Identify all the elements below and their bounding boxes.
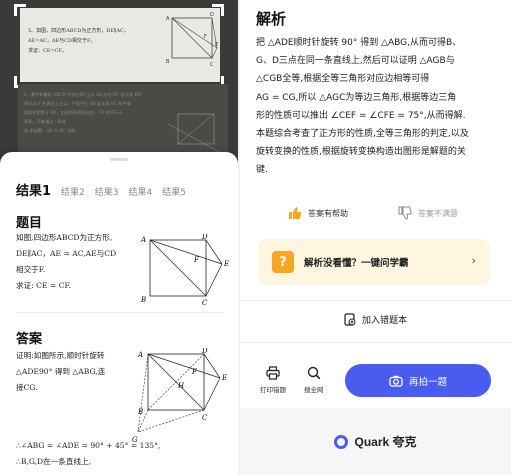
quark-logo-icon <box>334 434 349 449</box>
crop-corner[interactable] <box>14 4 26 16</box>
answer-calc-line: ∴B,G,D在一条直线上, <box>16 457 92 466</box>
analysis-line: AG = CG,所以 △AGC为等边三角形,根据等边三角 <box>256 92 457 103</box>
figure-label: E <box>223 260 229 268</box>
print-label: 打印错题 <box>260 386 286 394</box>
print-button[interactable]: 打印错题 <box>260 366 286 394</box>
problem-text: 如图,四边形ABCD为正方形, DE∥AC，AE = AC,AE与CD 相交于F… <box>16 230 140 294</box>
drag-handle[interactable] <box>110 158 128 161</box>
analysis-line: △CGB全等,根据全等三角形对应边相等可得 <box>256 74 430 85</box>
helpful-button[interactable]: 答案有帮助 <box>288 206 348 220</box>
photo-label: A <box>166 16 170 22</box>
analysis-line: 把 △ADE顺时针旋转 90° 得到 △ABG,从而可得B、 <box>256 38 462 48</box>
problem-line: 如图,四边形ABCD为正方形, <box>16 233 113 242</box>
answer-heading: 答案 <box>16 332 43 347</box>
photo-label: E <box>215 42 218 48</box>
notebook-add-icon <box>344 313 356 326</box>
figure-label: F <box>193 256 200 264</box>
figure-label: A <box>137 351 143 359</box>
right-panel: 解析 把 △ADE顺时针旋转 90° 得到 △ABG,从而可得B、 G、D三点在… <box>240 0 511 475</box>
answer-calc-line: ∴∠ABG = ∠ADE = 90° + 45° = 135°, <box>16 441 161 450</box>
add-wrong-book-button[interactable]: 加入错题本 <box>240 313 511 326</box>
printer-icon <box>266 366 280 380</box>
figure-label: B <box>140 296 146 304</box>
photo-label: B <box>166 59 170 65</box>
photo-label: F <box>204 34 207 40</box>
thumbs-down-icon <box>398 206 412 220</box>
search-web-button[interactable]: 搜全网 <box>304 366 324 394</box>
analysis-line: G、D三点在同一条直线上,然后可以证明 △AGB与 <box>256 56 455 67</box>
figure-label: A <box>140 236 146 244</box>
analysis-line: 本题综合考查了正方形的性质,全等三角形的判定,以及 <box>256 129 469 140</box>
problem-line: 求证: CE = CF. <box>16 281 72 290</box>
divider <box>240 342 511 343</box>
analysis-title: 解析 <box>256 10 287 28</box>
photo-figure: A B C D E F <box>166 12 218 68</box>
answer-line: △ADE90° 得到 △ABG,连 <box>16 367 106 376</box>
figure-label: B <box>137 408 143 416</box>
captured-photo: 5、如图，四边形ABCD为正方形，DE∥AC， AE=AC，AE与CD相交于F。… <box>0 0 238 170</box>
thumbs-up-icon <box>289 207 302 219</box>
answer-text: 证明:如图所示,顺时针旋转 △ADE90° 得到 △ABG,连 接CG. <box>16 348 136 396</box>
figure-label: H <box>177 382 185 390</box>
answer-line: 接CG. <box>16 383 38 392</box>
divider <box>240 300 511 301</box>
tab-result-2[interactable]: 结果2 <box>61 185 85 198</box>
section-divider <box>16 312 224 313</box>
figure-label: D <box>201 234 208 241</box>
analysis-line: 形的性质可以推出 ∠CEF = ∠CFE = 75°,从而得解. <box>256 110 466 121</box>
problem-figure: A B C D E F <box>140 234 229 306</box>
unhelpful-label: 答案不满意 <box>418 208 458 218</box>
brand-name: Quark 夸克 <box>354 435 417 449</box>
ask-expert-banner[interactable]: ? 解析没看懂？一键问学霸 › <box>258 239 490 285</box>
answer-figure: A B C D E F G H <box>132 348 227 444</box>
figure-label: E <box>221 374 227 382</box>
answer-line: 证明:如图所示,顺时针旋转 <box>16 351 105 360</box>
tab-result-5[interactable]: 结果5 <box>162 185 186 198</box>
problem-heading: 题目 <box>16 216 43 231</box>
figure-label: F <box>191 368 198 376</box>
result-sheet: 结果1 结果2 结果3 结果4 结果5 题目 如图,四边形ABCD为正方形, D… <box>0 152 238 475</box>
figure-label: D <box>201 348 208 355</box>
ask-expert-text: 解析没看懂？一键问学霸 <box>304 258 409 269</box>
figure-label: C <box>202 414 208 422</box>
question-icon: ? <box>272 251 294 273</box>
problem-line: DE∥AC，AE = AC,AE与CD <box>16 249 117 258</box>
add-wrong-book-label: 加入错题本 <box>361 316 407 326</box>
tab-result-3[interactable]: 结果3 <box>95 185 119 198</box>
camera-icon <box>389 375 403 387</box>
search-icon <box>307 366 321 380</box>
left-panel: 5、如图，四边形ABCD为正方形，DE∥AC， AE=AC，AE与CD相交于F。… <box>0 0 238 475</box>
result-tabs: 结果1 结果2 结果3 结果4 结果5 <box>16 180 186 199</box>
answer-calc: ∴∠ABG = ∠ADE = 90° + 45° = 135°, ∴B,G,D在… <box>16 438 236 470</box>
problem-line: 相交于F. <box>16 265 46 274</box>
helpful-label: 答案有帮助 <box>308 208 348 218</box>
crop-corner[interactable] <box>212 4 224 16</box>
analysis-text: 把 △ADE顺时针旋转 90° 得到 △ABG,从而可得B、 G、D三点在同一条… <box>256 34 502 180</box>
photo-paper: 5、如图，四边形ABCD为正方形，DE∥AC， AE=AC，AE与CD相交于F。… <box>20 8 220 82</box>
photo-label: C <box>210 62 214 68</box>
unhelpful-button[interactable]: 答案不满意 <box>398 206 458 220</box>
analysis-line: 旋转变换的性质,根据旋转变换构造出图形是解题的关 <box>256 147 466 158</box>
tab-result-1[interactable]: 结果1 <box>16 180 51 199</box>
retake-photo-button[interactable]: 再拍一题 <box>345 364 491 397</box>
tab-result-4[interactable]: 结果4 <box>129 185 153 198</box>
search-web-label: 搜全网 <box>304 386 324 394</box>
analysis-line: 键. <box>256 165 268 176</box>
brand-footer: Quark 夸克 <box>240 408 511 475</box>
figure-label: C <box>202 299 208 306</box>
retake-photo-label: 再拍一题 <box>408 376 447 388</box>
chevron-right-icon: › <box>471 254 476 267</box>
